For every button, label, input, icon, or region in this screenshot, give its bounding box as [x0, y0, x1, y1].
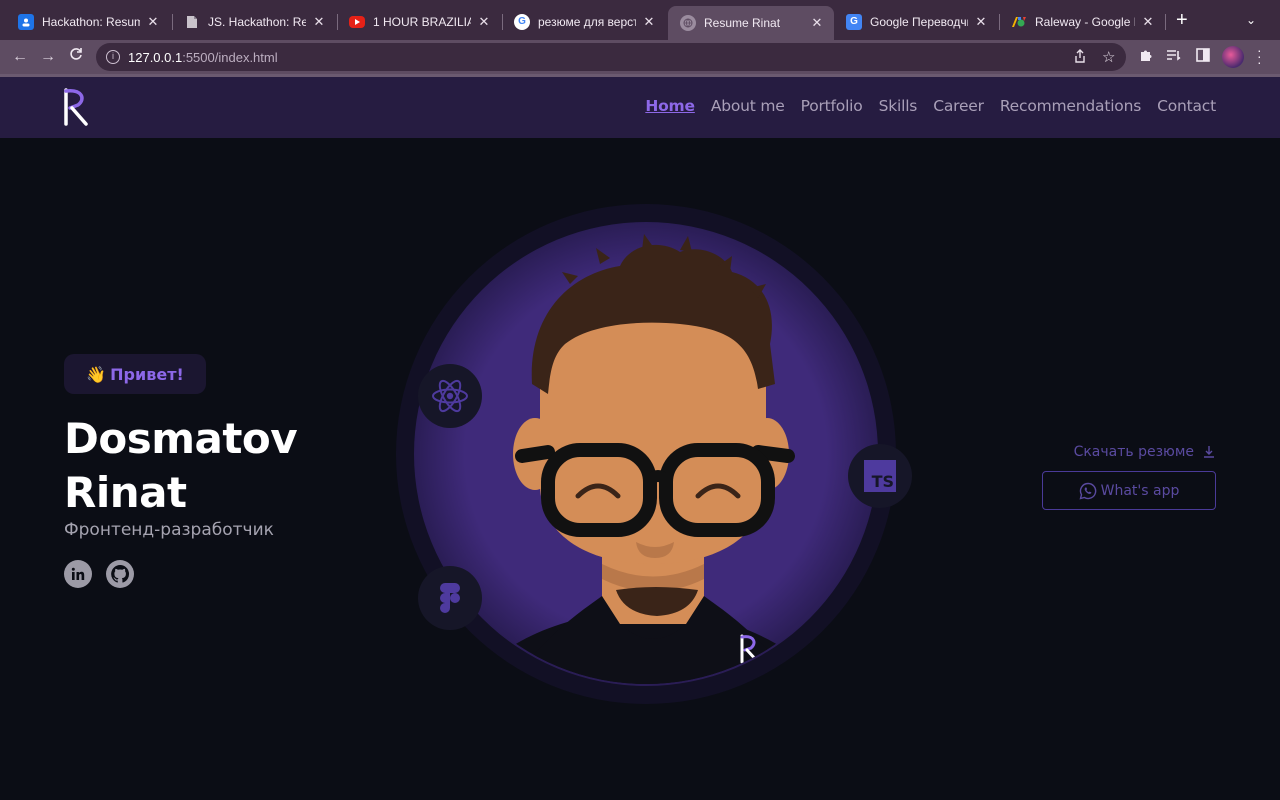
nav-link-career[interactable]: Career: [933, 97, 984, 115]
close-tab-icon[interactable]: ✕: [974, 14, 988, 30]
main-nav: Home About me Portfolio Skills Career Re…: [629, 97, 1216, 115]
greeting-text: Привет!: [110, 364, 184, 384]
bookmark-star-icon[interactable]: ☆: [1102, 48, 1115, 66]
close-tab-icon[interactable]: ✕: [642, 14, 656, 30]
site-info-icon[interactable]: i: [106, 50, 120, 64]
tab-title: Raleway - Google Fo: [1035, 14, 1135, 29]
browser-tab[interactable]: Raleway - Google Fo ✕: [999, 6, 1165, 37]
nav-link-recommendations[interactable]: Recommendations: [1000, 97, 1141, 115]
more-menu-icon[interactable]: · · ·: [1257, 43, 1262, 69]
greeting-badge: 👋 Привет!: [64, 354, 206, 394]
reading-list-icon[interactable]: [1166, 48, 1182, 65]
browser-tab-strip: Hackathon: Resume ✕ JS. Hackathon: Resu …: [0, 0, 1280, 40]
google-icon: G: [514, 13, 530, 30]
nav-link-about-me[interactable]: About me: [711, 97, 785, 115]
google-translate-icon: G: [846, 13, 862, 30]
whatsapp-button[interactable]: What's app: [1042, 471, 1216, 510]
share-icon[interactable]: [1074, 49, 1086, 66]
address-bar[interactable]: i 127.0.0.1:5500/index.html ☆: [96, 43, 1126, 71]
browser-tab[interactable]: JS. Hackathon: Resu ✕: [172, 6, 336, 37]
github-icon[interactable]: [106, 560, 134, 588]
extensions-puzzle-icon[interactable]: [1139, 48, 1154, 66]
new-tab-button[interactable]: +: [1176, 10, 1188, 30]
tab-title: Google Переводчик: [870, 14, 968, 29]
typescript-icon: TS: [848, 444, 912, 508]
hero-name: Dosmatov Rinat: [64, 414, 298, 517]
google-fonts-icon: [1011, 14, 1027, 30]
site-logo-icon[interactable]: [62, 87, 92, 127]
react-icon: [418, 364, 482, 428]
side-panel-icon[interactable]: [1196, 48, 1210, 65]
browser-tab[interactable]: G Google Переводчик ✕: [834, 6, 998, 37]
page-viewport: Home About me Portfolio Skills Career Re…: [0, 74, 1280, 800]
linkedin-icon[interactable]: [64, 560, 92, 588]
close-tab-icon[interactable]: ✕: [477, 14, 491, 30]
globe-icon: [680, 15, 696, 31]
close-tab-icon[interactable]: ✕: [312, 14, 326, 30]
profile-avatar[interactable]: [1222, 46, 1244, 68]
close-tab-icon[interactable]: ✕: [1141, 14, 1155, 30]
whatsapp-icon: [1079, 482, 1096, 499]
browser-tab-active[interactable]: Resume Rinat ✕: [668, 6, 834, 40]
tab-title: JS. Hackathon: Resu: [208, 14, 306, 29]
waving-hand-icon: 👋: [86, 364, 107, 384]
google-classroom-icon: [18, 13, 34, 30]
tab-title: Hackathon: Resume: [42, 14, 140, 29]
tab-title: 1 HOUR BRAZILIAN F: [373, 14, 471, 29]
figma-icon: [418, 566, 482, 630]
nav-link-skills[interactable]: Skills: [879, 97, 918, 115]
youtube-icon: [349, 15, 365, 28]
url-path: :5500/index.html: [182, 49, 278, 65]
reload-icon[interactable]: [66, 47, 86, 67]
browser-tab[interactable]: 1 HOUR BRAZILIAN F ✕: [337, 6, 501, 37]
forward-arrow-icon[interactable]: →: [38, 47, 58, 67]
site-header: Home About me Portfolio Skills Career Re…: [0, 77, 1280, 138]
download-icon: [1204, 446, 1214, 458]
browser-tab[interactable]: G резюме для верстки ✕: [502, 6, 666, 37]
close-tab-icon[interactable]: ✕: [146, 14, 160, 30]
tab-title: резюме для верстки: [538, 14, 636, 29]
hero-role: Фронтенд-разработчик: [64, 520, 274, 540]
nav-link-contact[interactable]: Contact: [1157, 97, 1216, 115]
browser-toolbar: ← → i 127.0.0.1:5500/index.html ☆ · · ·: [0, 40, 1280, 74]
browser-tab[interactable]: Hackathon: Resume ✕: [6, 6, 170, 37]
back-arrow-icon[interactable]: ←: [10, 47, 30, 67]
tab-search-chevron-icon[interactable]: ⌄: [1246, 13, 1256, 27]
nav-link-home[interactable]: Home: [645, 97, 695, 115]
download-resume-link[interactable]: Скачать резюме: [1074, 444, 1216, 460]
document-icon: [184, 14, 200, 30]
tab-title: Resume Rinat: [704, 16, 781, 30]
close-tab-icon[interactable]: ✕: [810, 15, 824, 31]
nav-link-portfolio[interactable]: Portfolio: [801, 97, 863, 115]
url-host: 127.0.0.1: [128, 49, 183, 65]
